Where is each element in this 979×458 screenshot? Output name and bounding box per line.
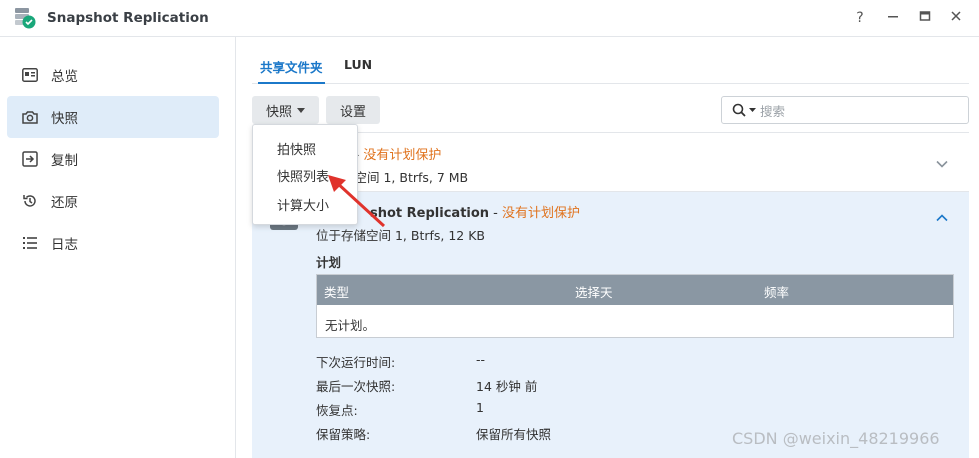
- table-empty-message: 无计划。: [325, 318, 376, 333]
- settings-button[interactable]: 设置: [326, 96, 380, 124]
- menu-item-take-snapshot[interactable]: 拍快照: [277, 139, 316, 158]
- close-icon[interactable]: [946, 8, 966, 28]
- recovery-points-label: 恢复点:: [316, 403, 358, 418]
- sidebar-item-log[interactable]: 日志: [7, 222, 219, 264]
- retention-policy-value: 保留所有快照: [476, 427, 552, 442]
- search-placeholder: 搜索: [760, 103, 786, 119]
- sidebar-item-label: 还原: [51, 195, 78, 211]
- sidebar-item-overview[interactable]: 总览: [7, 54, 219, 96]
- search-icon: [732, 103, 746, 117]
- main-panel: 共享文件夹 LUN 快照 设置 搜索 r - 没有计划保护 储空间 1, Btr…: [237, 37, 979, 458]
- chevron-down-icon[interactable]: [935, 157, 949, 171]
- sidebar-item-label: 日志: [51, 237, 78, 253]
- column-header-frequency[interactable]: 频率: [764, 282, 789, 301]
- row-title: r - 没有计划保护: [344, 144, 441, 163]
- app-icon: [15, 8, 36, 29]
- tab-bar: 共享文件夹 LUN: [252, 37, 969, 84]
- sidebar: 总览 快照 复制 还原 日志: [0, 37, 236, 458]
- sidebar-item-label: 复制: [51, 153, 78, 169]
- next-run-value: --: [476, 352, 486, 367]
- caret-down-icon[interactable]: [749, 108, 756, 112]
- window-title: Snapshot Replication: [47, 10, 209, 26]
- chevron-up-icon[interactable]: [935, 211, 949, 225]
- sidebar-item-snapshots[interactable]: 快照: [7, 96, 219, 138]
- column-header-type[interactable]: 类型: [324, 282, 349, 301]
- protection-status: 没有计划保护: [363, 148, 442, 163]
- help-icon[interactable]: ?: [850, 8, 870, 28]
- next-run-label: 下次运行时间:: [316, 355, 396, 370]
- row-title: shot Replication - 没有计划保护: [370, 206, 581, 221]
- maximize-icon[interactable]: [915, 8, 935, 28]
- sidebar-item-label: 总览: [51, 69, 78, 85]
- protection-status: 没有计划保护: [502, 206, 581, 221]
- snapshot-button-label: 快照: [265, 104, 292, 120]
- annotation-arrow-icon: [328, 175, 386, 228]
- last-snapshot-label: 最后一次快照:: [316, 379, 396, 394]
- sidebar-item-restore[interactable]: 还原: [7, 180, 219, 222]
- caret-down-icon: [297, 107, 305, 113]
- tab-shared-folders[interactable]: 共享文件夹: [258, 57, 325, 84]
- search-input[interactable]: 搜索: [721, 96, 969, 124]
- minimize-icon[interactable]: [883, 8, 903, 28]
- sidebar-item-replication[interactable]: 复制: [7, 138, 219, 180]
- overview-icon: [21, 66, 39, 84]
- retention-policy-label: 保留策略:: [316, 427, 371, 442]
- watermark: CSDN @weixin_48219966: [732, 429, 940, 448]
- title-bar: Snapshot Replication ?: [0, 0, 979, 37]
- snapshot-menu-button[interactable]: 快照: [252, 96, 319, 124]
- plan-table: 类型 选择天 频率 无计划。: [316, 274, 954, 338]
- plan-table-header: 类型 选择天 频率: [317, 275, 953, 305]
- log-list-icon: [21, 234, 39, 252]
- recovery-points-value: 1: [476, 400, 484, 415]
- tab-lun[interactable]: LUN: [344, 57, 372, 72]
- replication-icon: [21, 150, 39, 168]
- sidebar-item-label: 快照: [51, 111, 78, 127]
- last-snapshot-value: 14 秒钟 前: [476, 379, 538, 394]
- restore-icon: [21, 192, 39, 210]
- column-header-days[interactable]: 选择天: [575, 282, 613, 301]
- camera-icon: [21, 108, 39, 126]
- settings-button-label: 设置: [339, 104, 366, 120]
- plan-heading: 计划: [316, 255, 342, 270]
